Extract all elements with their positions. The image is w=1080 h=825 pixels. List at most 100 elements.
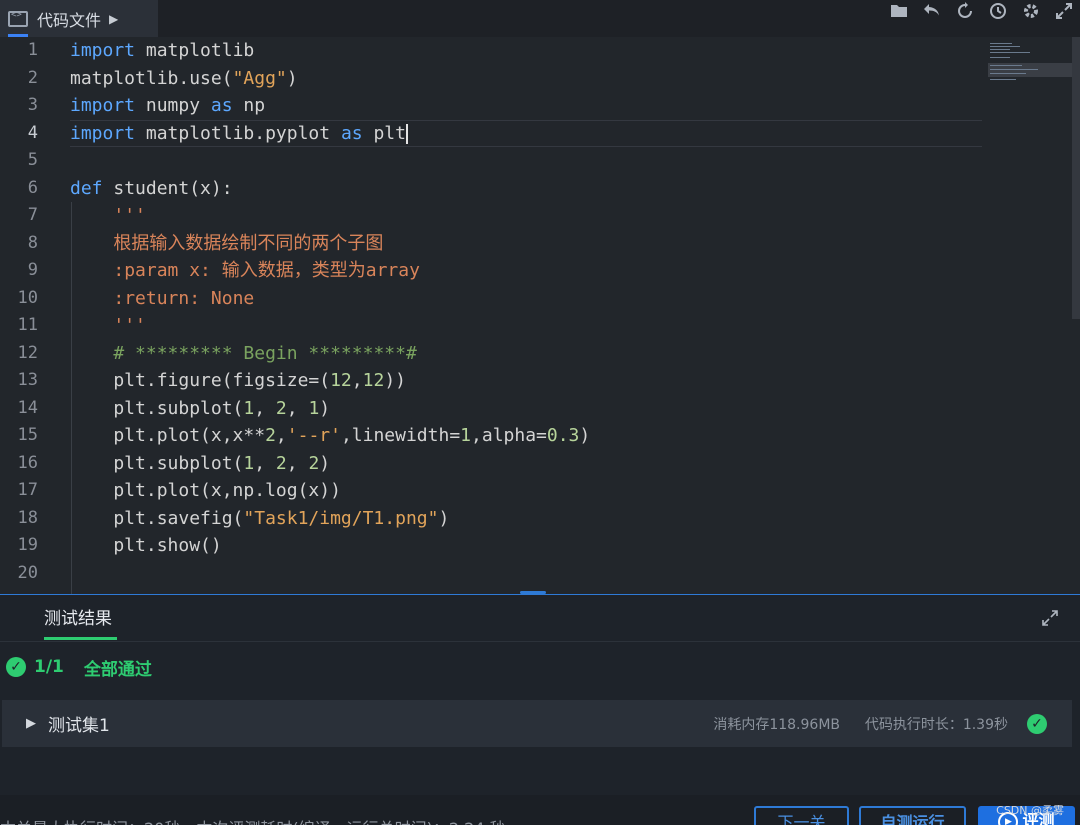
code-line[interactable]: plt.plot(x,x**2,'--r',linewidth=1,alpha=… — [70, 422, 590, 450]
memory-usage: 消耗内存118.96MB — [713, 716, 840, 733]
summary-count: 1/1 — [34, 657, 64, 677]
minimap-line — [990, 43, 1012, 44]
code-token: plt.show() — [70, 535, 222, 556]
code-token: np — [232, 95, 266, 116]
test-suite-row[interactable]: ▶ 测试集1 消耗内存118.96MB 代码执行时长：1.39秒 ✓ — [2, 700, 1072, 747]
code-token: )) — [384, 370, 406, 391]
code-line[interactable]: plt.savefig("Task1/img/T1.png") — [70, 505, 449, 533]
line-number: 18 — [17, 507, 38, 528]
toolbar-actions — [889, 0, 1074, 24]
code-token: ,linewidth= — [340, 425, 461, 446]
bottom-action-bar: 本关最大执行时间：20秒，本次评测耗时(编译、运行总时间)：2.24 秒 下一关… — [0, 795, 1080, 825]
test-suite-name: 测试集1 — [48, 716, 110, 736]
expand-icon[interactable] — [1040, 609, 1060, 629]
code-token: ,alpha= — [471, 425, 547, 446]
line-number: 6 — [27, 177, 38, 198]
code-token: numpy — [135, 95, 211, 116]
line-number: 15 — [17, 425, 38, 445]
line-number: 7 — [27, 205, 38, 225]
code-line[interactable]: :return: None — [70, 285, 254, 313]
code-token: import — [70, 122, 136, 144]
code-token: ''' — [113, 205, 146, 226]
splitter-handle[interactable] — [516, 588, 550, 595]
code-token: 1 — [308, 397, 320, 419]
execution-time: 代码执行时长：1.39秒 — [864, 716, 1008, 733]
code-token: , — [254, 397, 276, 419]
code-lines[interactable]: import matplotlib matplotlib.use("Agg") im… — [70, 37, 980, 595]
line-number: 10 — [17, 287, 38, 308]
code-file-tab[interactable]: 代码文件 ▶ — [0, 0, 158, 37]
code-token: matplotlib.pyplot — [135, 122, 341, 144]
divider — [0, 641, 1080, 642]
minimap-line — [990, 79, 1016, 80]
line-number: 13 — [17, 370, 38, 390]
minimap-line — [990, 73, 1026, 74]
code-editor[interactable]: 1 2 3 4 5 6 7 8 9 10 11 12 13 14 15 16 17 18 19 20 import m… — [0, 37, 1080, 595]
minimap-line — [990, 69, 1038, 70]
minimap-line — [990, 46, 1020, 47]
code-token: ) — [319, 452, 331, 474]
code-line[interactable]: plt.subplot(1, 2, 1) — [70, 395, 330, 423]
code-file-tab-label: 代码文件 — [37, 10, 102, 30]
next-level-button[interactable]: 下一关 — [754, 806, 849, 825]
code-line[interactable]: ''' — [70, 312, 146, 340]
code-token: as — [210, 95, 233, 116]
code-token: 根据输入数据绘制不同的两个子图 — [113, 232, 384, 254]
code-token: plt.savefig( — [70, 507, 244, 529]
code-token: 12 — [330, 370, 352, 391]
minimap-line — [990, 57, 1010, 58]
code-line[interactable]: plt.plot(x,np.log(x)) — [70, 477, 341, 505]
code-line[interactable]: import matplotlib — [70, 37, 254, 65]
code-token: , — [254, 452, 276, 474]
refresh-icon[interactable] — [955, 2, 975, 22]
chevron-right-icon[interactable]: ▶ — [109, 12, 118, 26]
minimap[interactable] — [988, 41, 1072, 83]
code-token: 0.3 — [546, 425, 580, 446]
fullscreen-icon[interactable] — [1054, 2, 1074, 22]
self-test-button[interactable]: 自测运行 — [859, 806, 966, 825]
code-token: 1 — [460, 425, 472, 446]
code-line[interactable]: plt.subplot(1, 2, 2) — [70, 450, 330, 478]
code-line[interactable]: ''' — [70, 202, 146, 230]
minimap-line — [990, 49, 1010, 50]
code-token: 1 — [243, 397, 255, 419]
test-results-panel: 测试结果 ✓ 1/1 全部通过 ▶ 测试集1 消耗内存118.96MB 代码执行… — [0, 597, 1080, 795]
history-icon[interactable] — [988, 2, 1008, 22]
splitter-handle-bar — [520, 591, 546, 594]
line-number: 1 — [27, 40, 38, 60]
code-token: 2 — [308, 452, 320, 474]
code-token: 2 — [275, 452, 287, 474]
execution-limit-text: 本关最大执行时间：20秒，本次评测耗时(编译、运行总时间)：2.24 秒 — [0, 815, 506, 825]
folder-icon[interactable] — [889, 2, 909, 22]
code-line[interactable]: matplotlib.use("Agg") — [70, 65, 298, 93]
code-line[interactable]: import numpy as np — [70, 92, 265, 120]
code-line[interactable]: 根据输入数据绘制不同的两个子图 — [70, 230, 383, 258]
code-line[interactable]: :param x: 输入数据，类型为array — [70, 257, 420, 285]
code-token: , — [275, 425, 287, 446]
caret-right-icon[interactable]: ▶ — [26, 716, 36, 731]
code-line[interactable]: import matplotlib.pyplot as plt — [70, 120, 408, 148]
code-token: ) — [286, 67, 298, 89]
code-token: plt.subplot( — [70, 397, 244, 419]
code-token: 12 — [362, 370, 385, 391]
code-token: , — [286, 397, 309, 419]
code-token: plt.plot(x,x** — [70, 425, 266, 446]
code-token: ''' — [113, 315, 146, 336]
line-number: 8 — [27, 232, 38, 253]
line-number: 14 — [17, 397, 38, 418]
undo-icon[interactable] — [922, 2, 942, 22]
code-line[interactable]: # ********* Begin *********# — [70, 340, 416, 368]
code-token: :return: None — [113, 287, 255, 309]
code-token: plt.plot(x,np.log(x)) — [70, 480, 341, 501]
editor-scrollbar[interactable] — [1072, 37, 1080, 319]
code-token: ) — [319, 397, 331, 419]
code-line[interactable]: plt.figure(figsize=(12,12)) — [70, 367, 406, 395]
gear-icon[interactable] — [1021, 2, 1041, 22]
code-token: matplotlib — [135, 40, 255, 61]
code-line[interactable]: plt.show() — [70, 532, 222, 560]
line-number: 16 — [17, 452, 38, 473]
tab-test-results[interactable]: 测试结果 — [44, 597, 112, 641]
code-token: '--r' — [286, 425, 341, 446]
code-line[interactable]: def student(x): — [70, 175, 233, 203]
